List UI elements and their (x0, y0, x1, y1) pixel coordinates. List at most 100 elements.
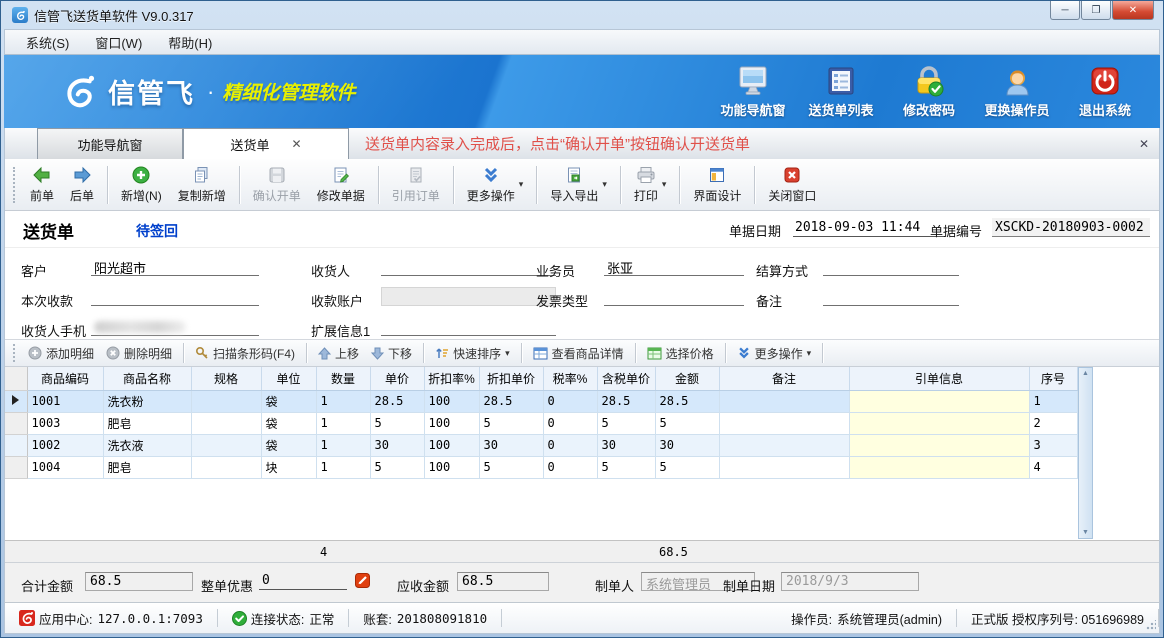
doc-no-label: 单据编号 (930, 221, 982, 240)
col-header[interactable]: 引单信息 (849, 367, 1029, 390)
print-button[interactable]: 打印 ▾ (626, 163, 675, 207)
make-date-label: 制单日期 (723, 576, 775, 595)
remark-field[interactable] (823, 286, 959, 306)
next-doc-button[interactable]: 后单 (62, 163, 102, 207)
maximize-button[interactable]: ❐ (1081, 1, 1111, 20)
receiver-label: 收货人 (311, 261, 350, 280)
window-controls: ─ ❐ ✕ (1049, 1, 1154, 20)
close-button[interactable]: ✕ (1112, 1, 1154, 20)
more-actions-button[interactable]: 更多操作 ▾ (459, 163, 532, 207)
receiver-phone-field[interactable] (91, 316, 259, 336)
nav-window-button[interactable]: 功能导航窗 (712, 65, 794, 119)
tab-delivery-order[interactable]: 送货单 ✕ (183, 128, 349, 159)
tab-close-icon[interactable]: ✕ (291, 137, 301, 151)
reference-order-button[interactable]: 引用订单 (384, 163, 448, 207)
detail-grid-zone: 商品编码 商品名称 规格 单位 数量 单价 折扣率% 折扣单价 税率% 含税单价… (5, 367, 1159, 562)
receivable-field: 68.5 (457, 572, 549, 591)
edit-discount-icon[interactable] (355, 573, 370, 588)
app-window: 信管飞送货单软件 V9.0.317 ─ ❐ ✕ 系统(S) 窗口(W) 帮助(H… (0, 0, 1164, 638)
receiver-field[interactable] (381, 256, 556, 276)
col-header[interactable]: 金额 (655, 367, 719, 390)
move-up-button[interactable]: 上移 (312, 343, 365, 364)
grid-header-row: 商品编码 商品名称 规格 单位 数量 单价 折扣率% 折扣单价 税率% 含税单价… (5, 367, 1077, 390)
minimize-button[interactable]: ─ (1050, 1, 1080, 20)
menu-help[interactable]: 帮助(H) (155, 30, 225, 55)
delivery-list-icon (825, 65, 857, 97)
order-discount-field[interactable]: 0 (259, 572, 347, 590)
col-header[interactable]: 商品名称 (103, 367, 191, 390)
qty-total: 4 (316, 541, 370, 562)
menu-system[interactable]: 系统(S) (13, 30, 82, 55)
import-export-button[interactable]: 导入导出 ▾ (542, 163, 615, 207)
menu-window[interactable]: 窗口(W) (82, 30, 155, 55)
col-header[interactable]: 折扣单价 (479, 367, 543, 390)
prev-doc-button[interactable]: 前单 (22, 163, 62, 207)
close-red-icon (783, 166, 801, 184)
col-header[interactable]: 单价 (370, 367, 424, 390)
scroll-down-icon[interactable]: ▼ (1082, 529, 1089, 536)
table-row[interactable]: 1002 洗衣液 袋 1 30 100 30 0 30 30 3 (5, 434, 1077, 456)
col-header[interactable]: 折扣率% (424, 367, 479, 390)
dropdown-caret-icon: ▾ (807, 348, 812, 359)
arrow-right-icon (72, 166, 92, 184)
nav-change-password-button[interactable]: 修改密码 (888, 65, 970, 119)
view-product-detail-button[interactable]: 查看商品详情 (527, 343, 630, 364)
ext-info-field[interactable] (381, 316, 556, 336)
resize-grip[interactable] (1146, 620, 1156, 630)
col-header[interactable]: 含税单价 (597, 367, 655, 390)
copy-new-button[interactable]: 复制新增 (170, 163, 234, 207)
modify-doc-button[interactable]: 修改单据 (309, 163, 373, 207)
printer-icon (636, 166, 656, 184)
ref-doc-icon (407, 166, 425, 184)
nav-delivery-list-button[interactable]: 送货单列表 (800, 65, 882, 119)
salesman-field[interactable]: 张亚 (604, 256, 744, 276)
settlement-field[interactable] (823, 256, 959, 276)
delete-detail-button[interactable]: 删除明细 (100, 343, 178, 364)
detail-grid: 商品编码 商品名称 规格 单位 数量 单价 折扣率% 折扣单价 税率% 含税单价… (5, 367, 1078, 479)
account-label: 收款账户 (311, 291, 363, 310)
add-detail-button[interactable]: 添加明细 (22, 343, 100, 364)
confirm-issue-button[interactable]: 确认开单 (245, 163, 309, 207)
close-window-button[interactable]: 关闭窗口 (760, 163, 824, 207)
nav-switch-operator-button[interactable]: 更换操作员 (976, 65, 1058, 119)
col-header[interactable]: 商品编码 (27, 367, 103, 390)
status-account-set: 账套: 201808091810 (349, 609, 502, 627)
sort-icon (435, 346, 449, 360)
col-header[interactable]: 税率% (543, 367, 597, 390)
payment-label: 本次收款 (21, 291, 73, 310)
ui-design-button[interactable]: 界面设计 (685, 163, 749, 207)
summary-row: 4 68.5 (5, 540, 1159, 562)
tab-nav-window[interactable]: 功能导航窗 (37, 128, 183, 159)
col-header[interactable]: 数量 (316, 367, 370, 390)
col-header[interactable]: 规格 (191, 367, 261, 390)
order-discount-label: 整单优惠 (201, 576, 253, 595)
table-row[interactable]: 1004 肥皂 块 1 5 100 5 0 5 5 4 (5, 456, 1077, 478)
nav-exit-button[interactable]: 退出系统 (1064, 65, 1146, 119)
table-row[interactable]: 1003 肥皂 袋 1 5 100 5 0 5 5 2 (5, 412, 1077, 434)
customer-field[interactable]: 阳光超市 (91, 256, 259, 276)
quick-sort-button[interactable]: 快速排序 ▾ (429, 343, 516, 364)
col-header[interactable]: 备注 (719, 367, 849, 390)
status-operator: 操作员: 系统管理员(admin) (777, 609, 957, 627)
payment-field[interactable] (91, 286, 259, 306)
window-title: 信管飞送货单软件 V9.0.317 (34, 6, 194, 25)
tab-strip: 功能导航窗 送货单 ✕ 送货单内容录入完成后，点击“确认开单”按钮确认开送货单 … (4, 128, 1160, 159)
dropdown-caret-icon: ▾ (602, 179, 607, 190)
add-new-button[interactable]: 新增(N) (113, 163, 170, 207)
table-row[interactable]: 1001 洗衣粉 袋 1 28.5 100 28.5 0 28.5 28.5 1 (5, 390, 1077, 412)
col-header[interactable]: 序号 (1029, 367, 1077, 390)
move-down-button[interactable]: 下移 (365, 343, 418, 364)
invoice-field[interactable] (604, 286, 744, 306)
vertical-scrollbar[interactable]: ▲▼ (1078, 367, 1093, 539)
tabstrip-close-icon[interactable]: ✕ (1139, 137, 1149, 151)
scroll-up-icon[interactable]: ▲ (1082, 370, 1089, 377)
app-logo-icon (12, 7, 28, 23)
scan-barcode-button[interactable]: 扫描条形码(F4) (189, 343, 301, 364)
doc-status-badge[interactable]: 待签回 (136, 221, 178, 241)
col-header[interactable]: 单位 (261, 367, 316, 390)
select-price-button[interactable]: 选择价格 (641, 343, 720, 364)
doc-date-field[interactable]: 2018-09-03 11:44 (793, 218, 945, 237)
brand-slogan: 精细化管理软件 (222, 78, 355, 105)
double-chevron-down-icon (737, 346, 751, 360)
detail-more-actions-button[interactable]: 更多操作 ▾ (731, 343, 818, 364)
